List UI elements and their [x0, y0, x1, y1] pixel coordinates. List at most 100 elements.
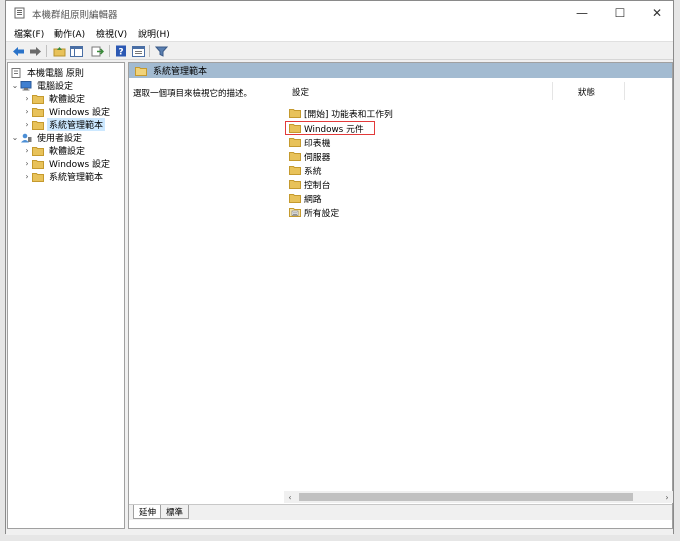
policy-editor-icon	[14, 7, 25, 19]
folder-icon	[289, 180, 301, 189]
folder-icon	[32, 94, 44, 104]
tree-item-software-settings[interactable]: › 軟體設定	[22, 92, 87, 105]
computer-icon	[20, 80, 32, 90]
list-item-label: 所有設定	[304, 208, 340, 219]
tree-item-admin-templates[interactable]: › 系統管理範本	[22, 118, 106, 131]
column-separator[interactable]	[624, 82, 625, 100]
tree-item-label: 系統管理範本	[47, 118, 106, 131]
help-icon[interactable]: ?	[113, 44, 129, 58]
list-item[interactable]: 控制台	[289, 177, 330, 191]
list-item[interactable]: 系統	[289, 163, 322, 177]
toolbar-separator	[149, 45, 150, 57]
tab-extended[interactable]: 延伸	[133, 505, 163, 519]
folder-icon	[32, 120, 44, 130]
chevron-right-icon[interactable]: ›	[22, 94, 32, 103]
list-item-label: 網路	[304, 194, 322, 205]
chevron-down-icon[interactable]: ⌄	[10, 81, 20, 90]
folder-icon	[32, 159, 44, 169]
folder-icon	[32, 146, 44, 156]
back-arrow-icon[interactable]	[10, 44, 26, 58]
column-header-setting[interactable]: 設定	[292, 84, 309, 100]
gpedit-window: 本機群組原則編輯器 — ☐ ✕ 檔案(F) 動作(A) 檢視(V) 說明(H) …	[5, 0, 674, 535]
scroll-left-icon[interactable]: ‹	[284, 491, 296, 503]
window-title: 本機群組原則編輯器	[32, 10, 118, 21]
menu-file[interactable]: 檔案(F)	[14, 27, 44, 40]
pane-header: 系統管理範本	[129, 63, 672, 78]
tree-item-label: 電腦設定	[37, 82, 74, 92]
tree-item-windows-settings[interactable]: › Windows 設定	[22, 105, 112, 118]
chevron-right-icon[interactable]: ›	[22, 159, 32, 168]
details-pane: 系統管理範本 選取一個項目來檢視它的描述。 設定 狀態 [開始] 功能表和工作列…	[128, 62, 673, 529]
folder-icon	[135, 66, 147, 76]
minimize-button[interactable]: —	[564, 1, 600, 25]
tree-item-computer-config[interactable]: ⌄ 電腦設定	[10, 79, 75, 92]
user-icon	[21, 133, 32, 142]
tree-item-user-config[interactable]: ⌄ 使用者設定	[10, 131, 84, 144]
description-text: 選取一個項目來檢視它的描述。	[133, 89, 253, 99]
column-header-state[interactable]: 狀態	[578, 84, 595, 100]
horizontal-scrollbar[interactable]: ‹ ›	[284, 491, 673, 503]
list-item[interactable]: 所有設定	[289, 205, 339, 219]
folder-icon	[289, 109, 301, 118]
tree-item-user-admin-templates[interactable]: › 系統管理範本	[22, 170, 105, 183]
up-folder-icon[interactable]	[51, 44, 67, 58]
chevron-down-icon[interactable]: ⌄	[10, 133, 20, 142]
all-settings-icon	[289, 208, 301, 217]
menu-view[interactable]: 檢視(V)	[96, 27, 127, 40]
list-item[interactable]: 印表機	[289, 135, 330, 149]
folder-icon	[289, 194, 301, 203]
maximize-button[interactable]: ☐	[602, 1, 638, 25]
folder-icon	[289, 166, 301, 175]
tree-item-label: 軟體設定	[49, 95, 86, 105]
folder-icon	[32, 172, 44, 182]
tree-root[interactable]: 本機電腦 原則	[10, 66, 86, 79]
menu-action[interactable]: 動作(A)	[54, 27, 85, 40]
view-tabs: 延伸 標準	[129, 504, 672, 520]
list-item-label: 印表機	[304, 138, 331, 149]
show-tree-icon[interactable]	[68, 44, 84, 58]
list-item[interactable]: 伺服器	[289, 149, 330, 163]
chevron-right-icon[interactable]: ›	[22, 107, 32, 116]
tree-item-label: 軟體設定	[49, 147, 86, 157]
menu-help[interactable]: 說明(H)	[138, 27, 170, 40]
toolbar: ?	[6, 41, 673, 60]
list-item[interactable]: 網路	[289, 191, 322, 205]
highlight-box	[285, 121, 375, 135]
scroll-right-icon[interactable]: ›	[661, 491, 673, 503]
tree-item-user-software-settings[interactable]: › 軟體設定	[22, 144, 87, 157]
tree-item-label: 系統管理範本	[49, 173, 104, 183]
tree-item-label: Windows 設定	[49, 160, 111, 170]
folder-icon	[289, 152, 301, 161]
folder-icon	[289, 138, 301, 147]
close-button[interactable]: ✕	[639, 1, 675, 25]
settings-list: 設定 狀態 [開始] 功能表和工作列 Windows 元件 印表機 伺服器 系統…	[284, 78, 674, 490]
list-item-label: 伺服器	[304, 152, 331, 163]
toolbar-separator	[109, 45, 110, 57]
navigation-tree: 本機電腦 原則 ⌄ 電腦設定 › 軟體設定 › Windows 設定 › 系統管…	[7, 62, 125, 529]
chevron-right-icon[interactable]: ›	[22, 120, 32, 129]
title-bar: 本機群組原則編輯器 — ☐ ✕	[6, 1, 673, 25]
tree-item-user-windows-settings[interactable]: › Windows 設定	[22, 157, 112, 170]
menu-bar: 檔案(F) 動作(A) 檢視(V) 說明(H)	[6, 25, 673, 41]
list-item[interactable]: [開始] 功能表和工作列	[289, 106, 393, 120]
column-separator[interactable]	[552, 82, 553, 100]
scrollbar-thumb[interactable]	[299, 493, 633, 501]
pane-header-title: 系統管理範本	[153, 67, 208, 77]
tab-standard[interactable]: 標準	[160, 505, 190, 519]
policy-document-icon	[11, 67, 21, 78]
chevron-right-icon[interactable]: ›	[22, 172, 32, 181]
list-item-label: 系統	[304, 166, 322, 177]
toolbar-separator	[46, 45, 47, 57]
status-bar	[6, 531, 673, 535]
properties-icon[interactable]	[130, 44, 146, 58]
export-icon[interactable]	[89, 44, 105, 58]
forward-arrow-icon[interactable]	[27, 44, 43, 58]
svg-text:?: ?	[118, 48, 123, 58]
tree-root-label: 本機電腦 原則	[27, 69, 84, 79]
tree-item-label: 使用者設定	[37, 134, 83, 144]
list-item-label: [開始] 功能表和工作列	[304, 109, 393, 120]
filter-icon[interactable]	[153, 44, 169, 58]
tree-item-label: Windows 設定	[49, 108, 111, 118]
folder-icon	[32, 107, 44, 117]
chevron-right-icon[interactable]: ›	[22, 146, 32, 155]
